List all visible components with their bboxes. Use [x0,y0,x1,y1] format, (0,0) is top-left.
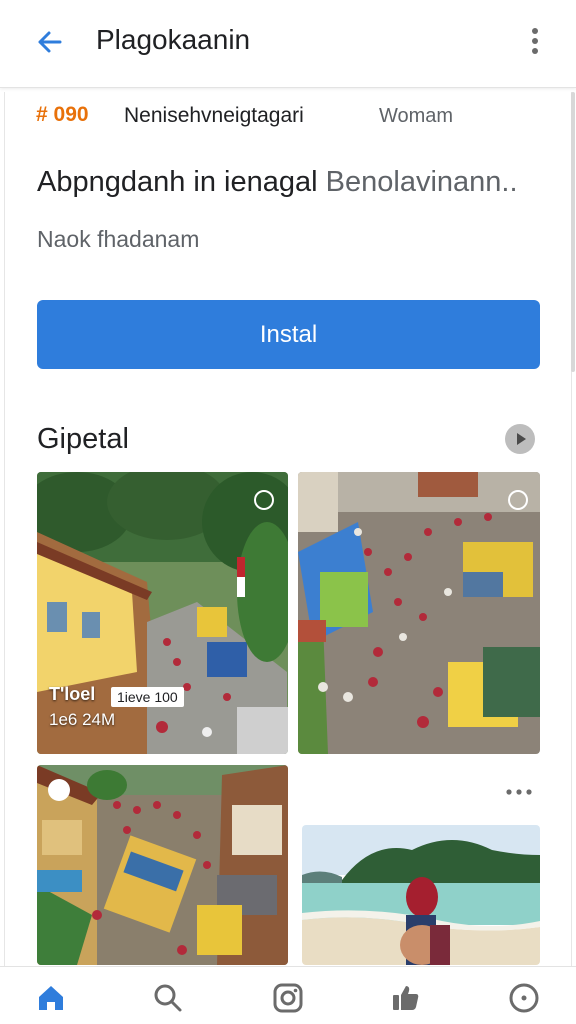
back-button[interactable] [30,22,70,62]
app-bar: Plagokaanin [0,0,576,88]
gallery-tile[interactable]: T'loel 1ieve 100 1e6 24M [37,472,288,754]
publisher-name[interactable]: Nenisehvneigtagari [124,104,304,128]
thumbs-up-icon [393,986,419,1010]
headline-primary: Abpngdanh in ienagal [37,166,318,198]
search-icon [154,984,182,1012]
more-vert-icon [532,28,538,54]
gallery-tile[interactable] [37,765,288,965]
nav-search[interactable] [151,981,185,1015]
app-title: Plagokaanin [96,24,251,55]
tile-chip: 1ieve 100 [111,687,184,707]
listing-headline: Abpngdanh in ienagal Benolavinann.. [37,166,518,199]
home-icon [39,986,63,1010]
nav-instagram[interactable] [271,981,305,1015]
gallery-title: Gipetal [37,423,129,455]
instagram-icon [273,983,303,1013]
nav-account[interactable] [507,981,541,1015]
more-horiz-icon [506,789,532,795]
gallery-play-button[interactable] [505,424,535,454]
market-street-photo [37,765,288,965]
tile-more-button[interactable] [505,785,533,797]
headline-secondary: Benolavinann.. [325,166,518,198]
meta-right-label: Womam [379,105,454,127]
nav-home[interactable] [34,981,68,1015]
gallery-tile[interactable] [298,472,540,754]
more-menu-button[interactable] [522,22,548,62]
bottom-nav [0,966,576,1024]
install-button[interactable]: Instal [37,300,540,369]
select-ring-icon[interactable] [508,490,528,510]
select-badge-icon[interactable] [48,779,70,801]
scrollbar[interactable] [571,92,575,372]
gallery-tile[interactable] [302,825,540,965]
tile-time: 1e6 24M [49,710,116,729]
account-circle-icon [509,983,539,1013]
play-icon [517,433,526,445]
select-ring-icon[interactable] [254,490,274,510]
listing-meta-row: # 090 Nenisehvneigtagari Womam [36,103,546,131]
nav-likes[interactable] [389,981,423,1015]
beach-photo [302,825,540,965]
arrow-left-icon [38,31,62,53]
crowd-aerial-photo [298,472,540,754]
rating-label: # 090 [36,103,89,126]
tile-title: T'loel [49,684,96,704]
listing-subtitle: Naok fhadanam [37,226,200,252]
